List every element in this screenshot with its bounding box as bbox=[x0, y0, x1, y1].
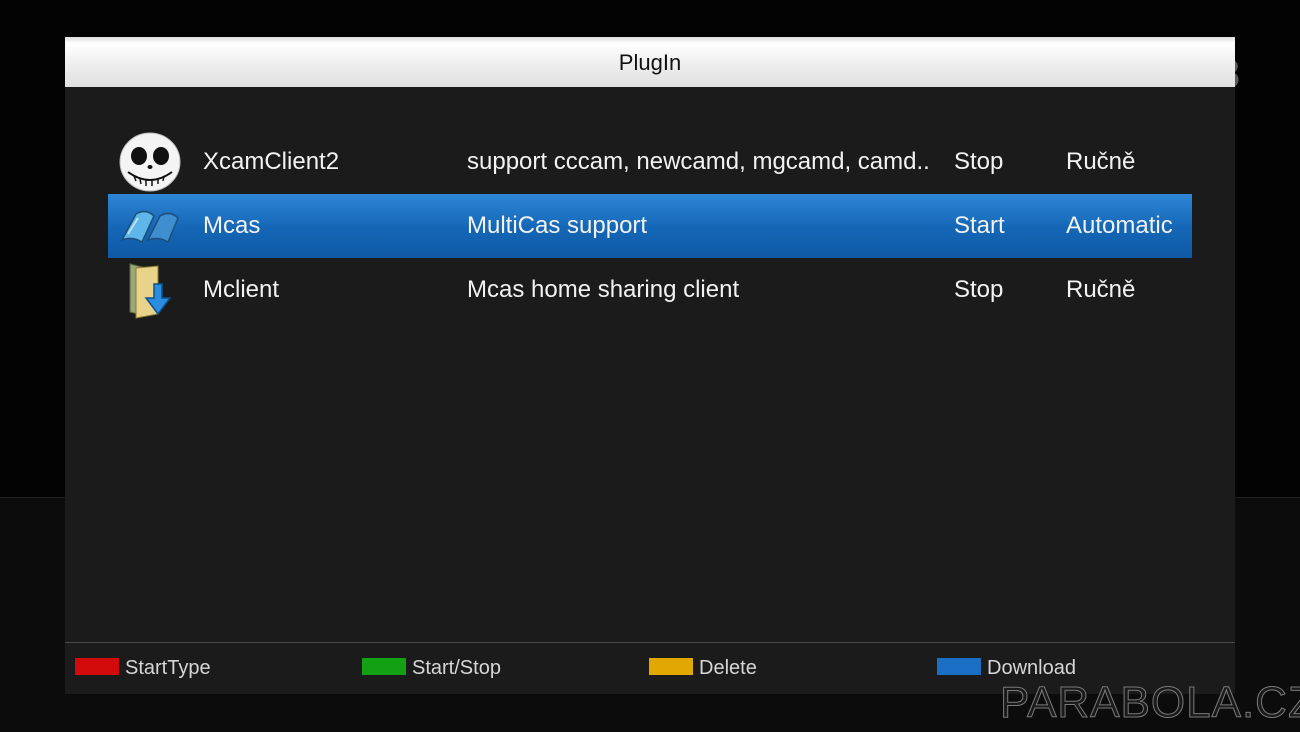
plugin-start-type: Automatic bbox=[1066, 212, 1173, 239]
watermark-text: PARABOLA.CZ bbox=[1000, 678, 1300, 728]
plugin-dialog: PlugIn XcamClient2 support cccam, newcam… bbox=[65, 37, 1235, 694]
red-key-swatch bbox=[75, 658, 119, 675]
plugin-description: MultiCas support bbox=[467, 212, 648, 239]
plugin-start-type: Ručně bbox=[1066, 276, 1136, 303]
plugin-description: support cccam, newcamd, mgcamd, camd.. bbox=[467, 148, 930, 175]
blue-key-swatch bbox=[937, 658, 981, 675]
green-key-label: Start/Stop bbox=[412, 657, 501, 679]
plugin-state: Stop bbox=[954, 276, 1004, 303]
green-key-swatch bbox=[362, 658, 406, 675]
plugin-start-type: Ručně bbox=[1066, 148, 1136, 175]
mcas-icon bbox=[120, 210, 179, 244]
yellow-key-label: Delete bbox=[699, 657, 757, 679]
plugin-name: XcamClient2 bbox=[203, 148, 340, 175]
footer-divider bbox=[65, 642, 1235, 643]
yellow-key-swatch bbox=[649, 658, 693, 675]
plugin-row-mclient[interactable]: Mclient Mcas home sharing client Stop Ru… bbox=[108, 258, 1192, 322]
plugin-name: Mclient bbox=[203, 276, 280, 303]
dialog-title: PlugIn bbox=[65, 37, 1235, 87]
plugin-row-xcamclient2[interactable]: XcamClient2 support cccam, newcamd, mgca… bbox=[108, 130, 1192, 194]
red-key-label: StartType bbox=[125, 657, 211, 679]
plugin-description: Mcas home sharing client bbox=[467, 276, 740, 303]
plugin-state: Stop bbox=[954, 148, 1004, 175]
folder-download-icon bbox=[129, 263, 172, 319]
plugin-name: Mcas bbox=[203, 212, 261, 239]
plugin-state: Start bbox=[954, 212, 1005, 239]
plugin-row-mcas[interactable]: Mcas MultiCas support Start Automatic bbox=[108, 194, 1192, 258]
skull-icon bbox=[119, 132, 181, 192]
